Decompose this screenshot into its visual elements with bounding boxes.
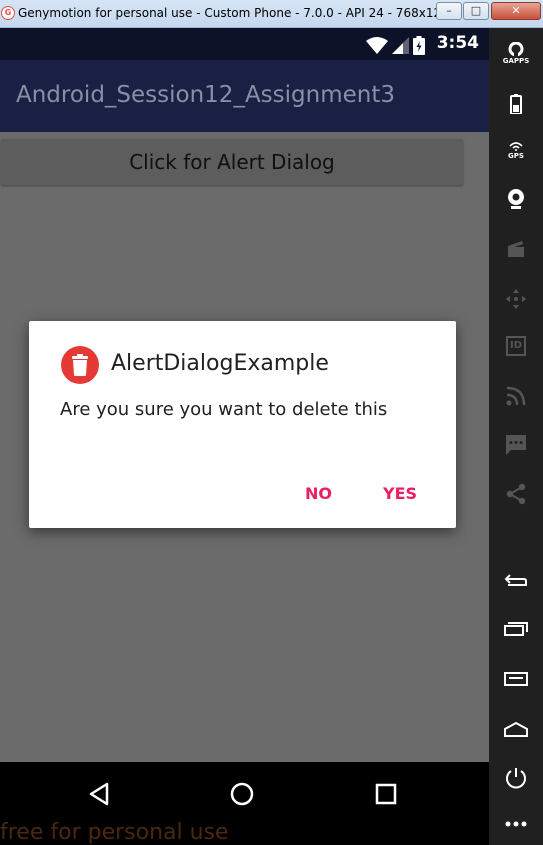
navigation-bar <box>0 762 489 817</box>
dpad-icon <box>506 289 526 309</box>
cast-button[interactable] <box>489 386 543 406</box>
battery-icon <box>510 94 522 114</box>
signal-icon <box>392 37 409 54</box>
webcam-icon <box>508 189 524 209</box>
maximize-button[interactable]: □ <box>463 2 489 20</box>
clapperboard-icon <box>508 241 524 257</box>
gps-label: GPS <box>508 152 524 160</box>
dialog-message: Are you sure you want to delete this <box>60 399 388 420</box>
android-screen: 3:54 Android_Session12_Assignment3 Click… <box>0 28 489 790</box>
no-button[interactable]: NO <box>305 484 332 503</box>
watermark-text: free for personal use <box>0 820 229 845</box>
wifi-icon <box>366 37 388 54</box>
alert-dialog-button[interactable]: Click for Alert Dialog <box>1 139 463 185</box>
genymotion-logo-icon: G <box>1 6 15 20</box>
window-title-bar: G Genymotion for personal use - Custom P… <box>0 0 543 28</box>
battery-icon <box>413 36 425 55</box>
home-icon[interactable] <box>230 782 254 806</box>
power-icon <box>506 768 526 789</box>
menu-button[interactable] <box>489 672 543 686</box>
remote-control-button[interactable] <box>489 288 543 310</box>
home-button[interactable] <box>489 721 543 737</box>
share-icon <box>506 483 526 505</box>
recent-apps-button[interactable] <box>489 622 543 636</box>
emulator-toolbar: GAPPS GPS ID <box>489 28 543 845</box>
app-title: Android_Session12_Assignment3 <box>16 82 395 108</box>
capture-button[interactable] <box>489 240 543 258</box>
battery-button[interactable] <box>489 94 543 114</box>
status-time: 3:54 <box>436 33 479 53</box>
more-button[interactable] <box>489 820 543 828</box>
minimize-button[interactable]: – <box>436 2 462 20</box>
home-outline-icon <box>504 721 528 737</box>
status-bar: 3:54 <box>0 28 489 60</box>
camera-button[interactable] <box>489 188 543 210</box>
app-bar: Android_Session12_Assignment3 <box>0 60 489 132</box>
dialog-title: AlertDialogExample <box>111 351 329 376</box>
window-title: Genymotion for personal use - Custom Pho… <box>18 6 438 20</box>
rss-icon <box>506 386 526 406</box>
share-button[interactable] <box>489 483 543 505</box>
gapps-label: GAPPS <box>502 57 530 65</box>
alert-dialog: AlertDialogExample Are you sure you want… <box>29 321 456 528</box>
back-button[interactable] <box>489 572 543 588</box>
gps-button[interactable]: GPS <box>489 141 543 160</box>
recent-apps-icon <box>504 622 528 636</box>
recents-icon[interactable] <box>375 783 397 805</box>
close-window-button[interactable]: ✕ <box>491 2 541 20</box>
sms-button[interactable] <box>489 434 543 456</box>
back-icon[interactable] <box>88 782 110 806</box>
gps-signal-icon <box>509 142 523 151</box>
id-label: ID <box>509 340 523 351</box>
gapps-icon <box>508 42 524 56</box>
trash-icon <box>61 346 99 384</box>
id-card-icon: ID <box>506 336 526 356</box>
menu-icon <box>504 672 528 686</box>
more-dots-icon <box>505 821 527 827</box>
yes-button[interactable]: YES <box>383 484 417 503</box>
back-arrow-icon <box>504 574 527 586</box>
power-button[interactable] <box>489 766 543 790</box>
device-id-button[interactable]: ID <box>489 336 543 356</box>
message-icon <box>506 435 526 455</box>
gapps-button[interactable]: GAPPS <box>489 42 543 65</box>
